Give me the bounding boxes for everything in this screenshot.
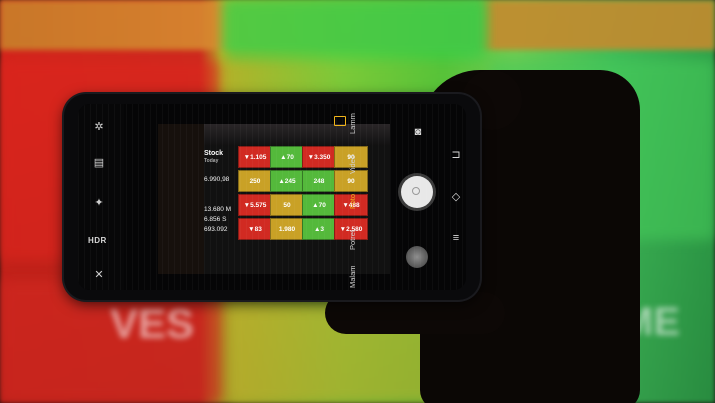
stock-cell: 50 (270, 194, 304, 216)
viewfinder-left-dark (158, 124, 204, 274)
stock-cell: 250 (238, 170, 272, 192)
ticker-value: 6.856 S (204, 216, 227, 223)
ticker-value: 13.680 M (204, 206, 232, 213)
stock-cell: ▼5.575 (238, 194, 272, 216)
mode-malam[interactable]: Malam (348, 265, 357, 288)
menu-icon[interactable]: ≡ (448, 232, 464, 244)
shutter-icon (412, 187, 420, 195)
stock-cell: ▲245 (270, 170, 304, 192)
flash-icon[interactable] (334, 116, 346, 126)
stock-cell: 1.980 (270, 218, 304, 240)
shutter-button[interactable] (401, 176, 433, 208)
gallery-thumbnail-icon[interactable] (406, 246, 428, 268)
background-green-tile (225, 0, 485, 60)
stock-cell: 248 (302, 170, 336, 192)
ticker-value: 6.990,98 (204, 176, 230, 183)
stock-cell: ▼3.350 (302, 146, 336, 168)
stock-price-grid: ▼1.105 ▲70 ▼3.350 90 250 ▲245 248 90 ▼5.575 50 ▲70… (238, 146, 368, 246)
filter-icon[interactable]: ✦ (90, 194, 108, 212)
mode-foto[interactable]: Foto (348, 194, 357, 209)
back-icon[interactable]: ⊐ (448, 148, 464, 161)
home-icon[interactable]: ◇ (448, 190, 464, 203)
mode-lamm[interactable]: Lamm (348, 113, 357, 134)
aspect-ratio-icon[interactable]: ▤ (90, 154, 108, 172)
stock-header-sub: Today (204, 158, 219, 164)
ticker-value: 693.092 (204, 226, 228, 233)
stock-cell: ▲70 (302, 194, 336, 216)
stock-ticker-panel: Stock Today 6.990,98 13.680 M 6.856 S 69… (202, 146, 238, 256)
stock-cell: ▲70 (270, 146, 304, 168)
mode-video[interactable]: Video (348, 155, 357, 174)
settings-icon[interactable]: ✲ (90, 118, 108, 136)
camera-left-toolbar: ✲ ▤ ✦ HDR ✕ (78, 104, 124, 290)
background-glow-text: VES (110, 300, 195, 347)
timer-icon[interactable]: ✕ (90, 266, 108, 284)
smartphone: ✲ ▤ ✦ HDR ✕ Stock Today 6.990,98 13.680 … (64, 94, 480, 300)
stock-cell: ▼1.105 (238, 146, 272, 168)
stock-cell: ▼83 (238, 218, 272, 240)
stock-header: Stock (204, 150, 224, 157)
switch-camera-icon[interactable]: ◙ (410, 126, 426, 138)
stock-cell: ▲3 (302, 218, 336, 240)
camera-app-screen: ✲ ▤ ✦ HDR ✕ Stock Today 6.990,98 13.680 … (78, 104, 466, 290)
mode-potret[interactable]: Potret (348, 230, 357, 250)
hdr-toggle[interactable]: HDR (88, 236, 107, 245)
photo-scene: VES ME ✲ ▤ ✦ HDR ✕ Stock Today 6.990,98 … (0, 0, 715, 403)
